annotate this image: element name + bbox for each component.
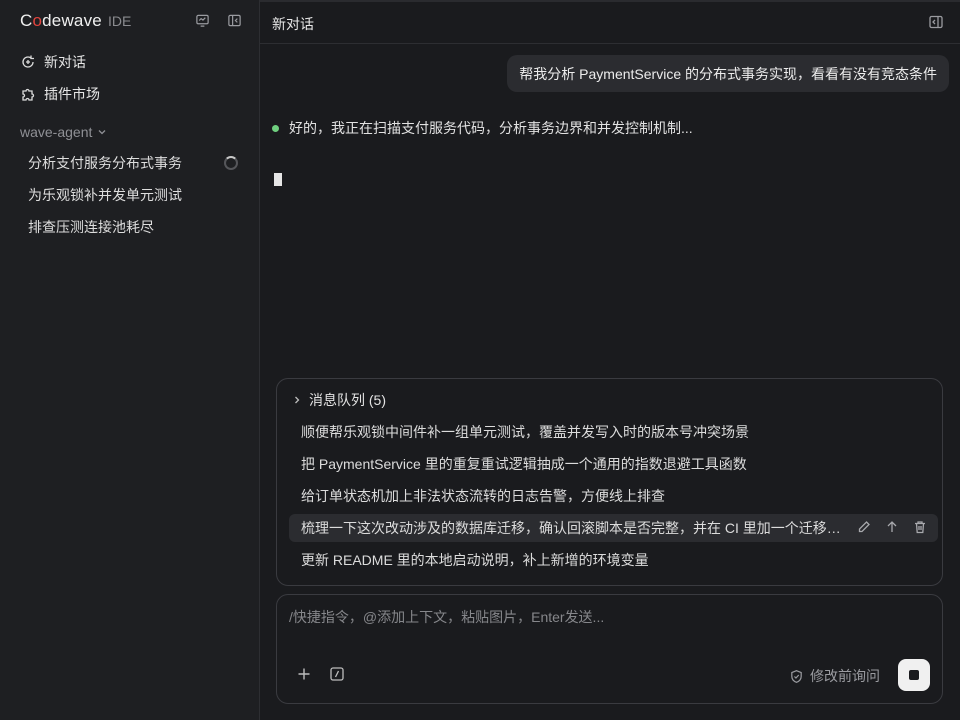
chevron-right-icon: [295, 396, 300, 404]
queue-item[interactable]: 更新 README 里的本地启动说明，补上新增的环境变量: [289, 546, 938, 574]
brand-logo: Codewave IDE: [20, 11, 131, 31]
monitor-icon[interactable]: [193, 11, 211, 29]
brand-suffix: IDE: [107, 13, 132, 29]
workspace-group-title: wave-agent: [20, 124, 93, 140]
nav-new-chat[interactable]: 新对话: [20, 51, 86, 73]
collapse-sidebar-icon[interactable]: [225, 11, 243, 29]
queue-item[interactable]: 给订单状态机加上非法状态流转的日志告警，方便线上排查: [289, 482, 938, 510]
user-message-text: 帮我分析 PaymentService 的分布式事务实现，看看有没有竞态条件: [519, 65, 937, 82]
toggle-panel-icon[interactable]: [928, 14, 944, 33]
delete-icon[interactable]: [912, 519, 928, 538]
slash-command-icon[interactable]: [329, 666, 345, 685]
workspace-group-toggle[interactable]: wave-agent: [20, 124, 108, 140]
sidebar-toolbar: [193, 11, 243, 29]
queue-item-text: 顺便帮乐观锁中间件补一组单元测试，覆盖并发写入时的版本号冲突场景: [301, 424, 749, 440]
queue-item[interactable]: 把 PaymentService 里的重复重试逻辑抽成一个通用的指数退避工具函数: [289, 450, 938, 478]
ask-before-edit-toggle[interactable]: 修改前询问: [789, 666, 880, 686]
chat-panel: 新对话 帮我分析 PaymentService 的分布式事务实现，看看有没有竞态…: [260, 0, 960, 720]
chat-title: 新对话: [272, 16, 314, 32]
edit-icon[interactable]: [856, 519, 872, 538]
loading-spinner-icon: [224, 156, 238, 170]
nav-plugin-market[interactable]: 插件市场: [20, 83, 100, 105]
conversation-item[interactable]: 排查压测连接池耗尽: [28, 216, 240, 238]
new-chat-icon: [22, 55, 34, 68]
queue-toggle[interactable]: 消息队列 (5): [291, 390, 386, 410]
queue-item-text: 给订单状态机加上非法状态流转的日志告警，方便线上排查: [301, 488, 665, 504]
composer-tools: [296, 666, 345, 685]
shield-check-icon: [791, 669, 802, 683]
move-up-icon[interactable]: [884, 519, 900, 538]
composer: 修改前询问: [276, 594, 943, 704]
message-input[interactable]: [289, 609, 889, 625]
user-message: 帮我分析 PaymentService 的分布式事务实现，看看有没有竞态条件: [507, 55, 949, 92]
conversation-title: 为乐观锁补并发单元测试: [28, 187, 182, 203]
conversation-item[interactable]: 为乐观锁补并发单元测试: [28, 184, 240, 206]
stop-icon: [909, 670, 919, 680]
queue-item-text: 更新 README 里的本地启动说明，补上新增的环境变量: [301, 552, 649, 568]
queue-item-text: 梳理一下这次改动涉及的数据库迁移，确认回滚脚本是否完整，并在 CI 里加一个迁移…: [301, 520, 841, 536]
assistant-message: 好的，我正在扫描支付服务代码，分析事务边界和并发控制机制...: [272, 118, 693, 138]
queue-item-actions: [856, 519, 928, 538]
ask-before-edit-label: 修改前询问: [810, 668, 880, 684]
chat-header: 新对话: [260, 0, 960, 44]
chevron-down-icon: [98, 130, 106, 135]
conversation-item[interactable]: 分析支付服务分布式事务: [28, 152, 240, 174]
queue-item-text: 把 PaymentService 里的重复重试逻辑抽成一个通用的指数退避工具函数: [301, 456, 747, 472]
queue-item[interactable]: 梳理一下这次改动涉及的数据库迁移，确认回滚脚本是否完整，并在 CI 里加一个迁移…: [289, 514, 938, 542]
conversation-title: 排查压测连接池耗尽: [28, 219, 154, 235]
stop-button[interactable]: [898, 659, 930, 691]
assistant-message-text: 好的，我正在扫描支付服务代码，分析事务边界和并发控制机制...: [289, 120, 693, 136]
puzzle-icon: [22, 88, 35, 101]
streaming-cursor: [274, 173, 282, 186]
queue-item[interactable]: 顺便帮乐观锁中间件补一组单元测试，覆盖并发写入时的版本号冲突场景: [289, 418, 938, 446]
brand-name: Codewave: [20, 11, 102, 30]
conversation-title: 分析支付服务分布式事务: [28, 155, 182, 171]
status-dot: [272, 124, 279, 132]
add-icon[interactable]: [296, 666, 312, 685]
message-queue: 消息队列 (5) 顺便帮乐观锁中间件补一组单元测试，覆盖并发写入时的版本号冲突场…: [276, 378, 943, 586]
queue-title: 消息队列 (5): [309, 392, 386, 408]
sidebar: Codewave IDE 新对话 插件市场 wave-agent 分析支付服务分…: [0, 0, 260, 720]
nav-new-chat-label: 新对话: [44, 54, 86, 70]
nav-plugin-market-label: 插件市场: [44, 86, 100, 102]
